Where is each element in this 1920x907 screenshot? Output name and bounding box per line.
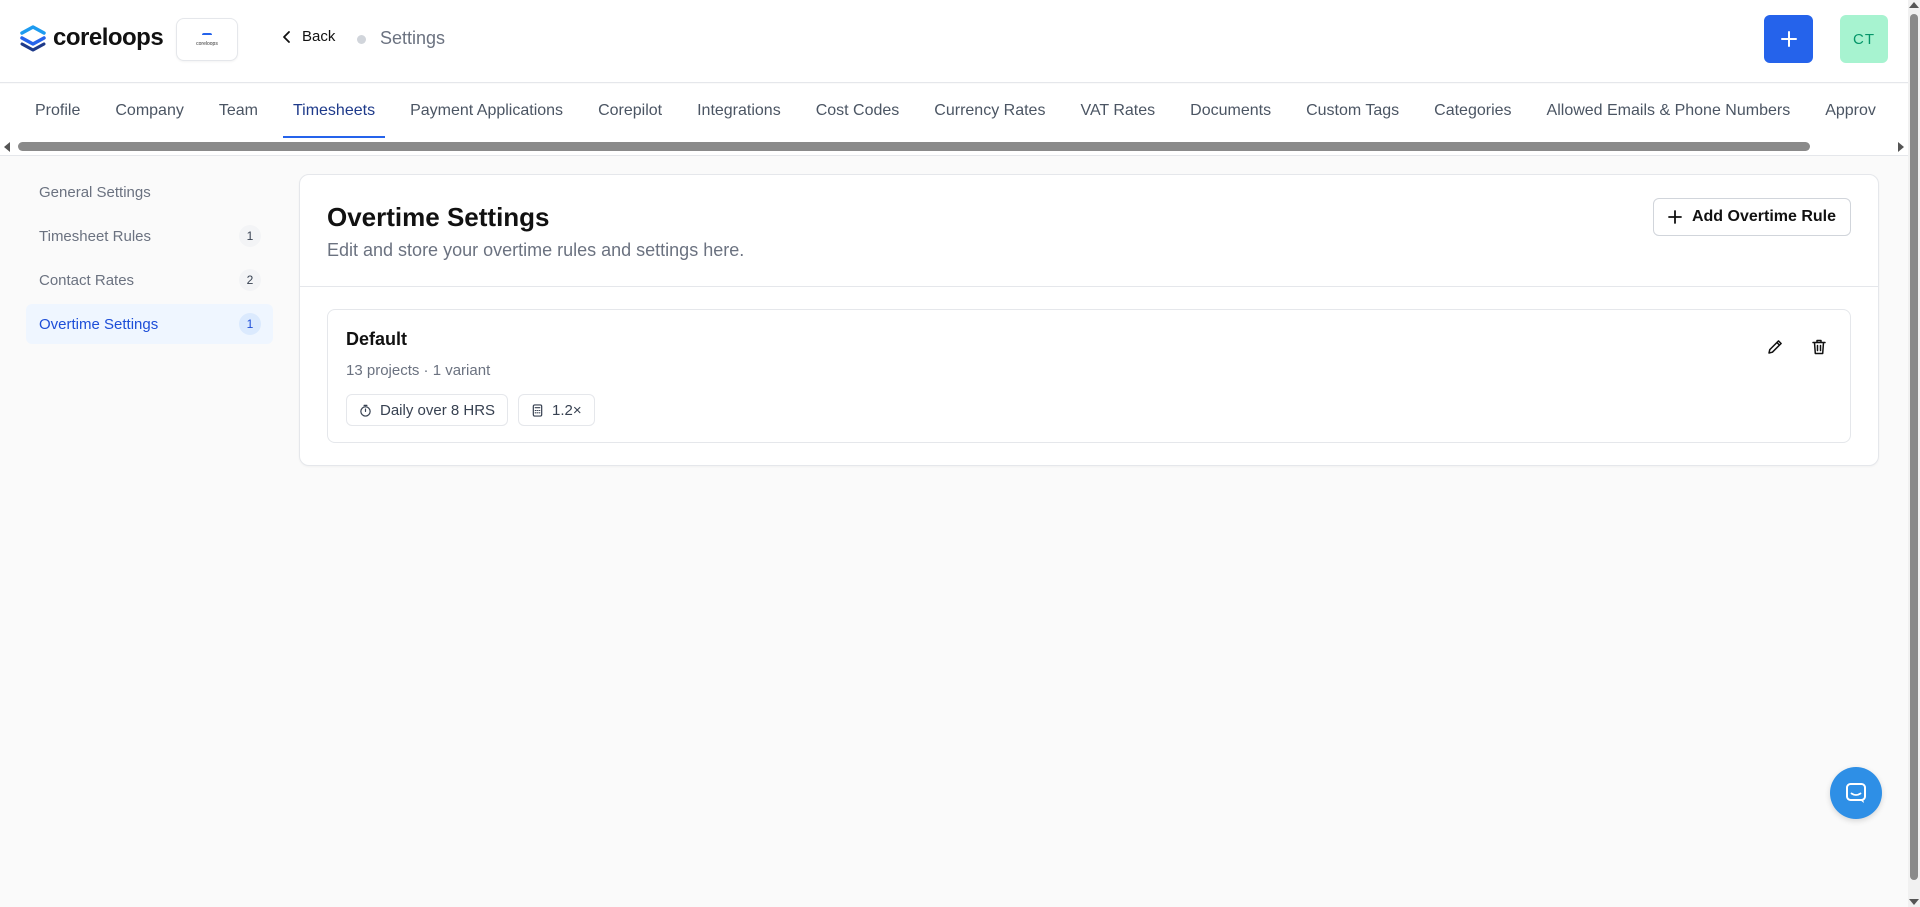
count-badge: 2: [239, 269, 261, 291]
overtime-rule-card: Default 13 projects · 1 variant Daily ov…: [327, 309, 1851, 443]
tab-custom-tags[interactable]: Custom Tags: [1289, 84, 1417, 138]
settings-tabs-bar: Profile Company Team Timesheets Payment …: [0, 84, 1908, 156]
scroll-left-arrow-icon[interactable]: [4, 142, 10, 152]
tab-approvals[interactable]: Approv: [1808, 84, 1894, 138]
count-badge: 1: [239, 225, 261, 247]
plus-icon: [1668, 210, 1682, 224]
settings-tabs: Profile Company Team Timesheets Payment …: [0, 84, 1893, 138]
tab-team[interactable]: Team: [201, 84, 275, 138]
rule-actions: [1764, 336, 1830, 358]
coreloops-logo-icon: [20, 25, 46, 52]
scrollbar-thumb[interactable]: [18, 142, 1810, 151]
rule-chip-threshold: Daily over 8 HRS: [346, 394, 509, 426]
tab-vat-rates[interactable]: VAT Rates: [1063, 84, 1173, 138]
sidenav-item-overtime-settings[interactable]: Overtime Settings 1: [26, 304, 273, 344]
breadcrumb-separator: [357, 35, 366, 44]
edit-rule-button[interactable]: [1764, 336, 1786, 358]
tab-payment-applications[interactable]: Payment Applications: [393, 84, 581, 138]
timesheets-side-nav: General Settings Timesheet Rules 1 Conta…: [26, 172, 273, 348]
stopwatch-icon: [360, 404, 371, 417]
page-vertical-scrollbar[interactable]: [1908, 0, 1920, 907]
rule-chip-multiplier: 1.2×: [518, 394, 595, 426]
chevron-left-icon: [283, 30, 290, 43]
tab-allowed-emails[interactable]: Allowed Emails & Phone Numbers: [1529, 84, 1808, 138]
company-logo-text: coreloops: [196, 40, 218, 47]
rule-meta: 13 projects · 1 variant: [346, 362, 491, 379]
brand-name: coreloops: [53, 24, 164, 51]
chip-label: 1.2×: [552, 401, 582, 419]
tab-currency-rates[interactable]: Currency Rates: [917, 84, 1063, 138]
sidenav-item-contact-rates[interactable]: Contact Rates 2: [26, 260, 273, 300]
support-chat-button[interactable]: [1830, 767, 1882, 819]
sidenav-item-label: Overtime Settings: [39, 315, 159, 333]
tab-documents[interactable]: Documents: [1173, 84, 1289, 138]
tab-categories[interactable]: Categories: [1417, 84, 1529, 138]
top-header: coreloops coreloops Back Settings CT: [0, 0, 1908, 83]
company-logo[interactable]: coreloops: [176, 18, 238, 61]
tabs-horizontal-scrollbar[interactable]: [0, 141, 1908, 152]
scroll-up-arrow-icon[interactable]: [1909, 2, 1919, 8]
tab-corepilot[interactable]: Corepilot: [581, 84, 680, 138]
overtime-settings-card: Overtime Settings Edit and store your ov…: [299, 174, 1879, 466]
sidenav-item-label: Timesheet Rules: [39, 227, 151, 245]
tab-timesheets[interactable]: Timesheets: [275, 84, 392, 138]
tab-cost-codes[interactable]: Cost Codes: [798, 84, 917, 138]
add-overtime-rule-label: Add Overtime Rule: [1691, 208, 1836, 225]
tab-company[interactable]: Company: [98, 84, 201, 138]
scrollbar-thumb[interactable]: [1910, 14, 1918, 880]
scroll-down-arrow-icon[interactable]: [1909, 899, 1919, 905]
tab-integrations[interactable]: Integrations: [680, 84, 799, 138]
chip-label: Daily over 8 HRS: [380, 401, 496, 419]
create-new-button[interactable]: [1764, 15, 1813, 63]
back-label: Back: [302, 28, 336, 45]
count-badge: 1: [239, 313, 261, 335]
sidenav-item-label: General Settings: [39, 183, 151, 201]
section-title: Overtime Settings: [327, 202, 550, 232]
sidenav-item-general-settings[interactable]: General Settings: [26, 172, 273, 212]
rule-chips: Daily over 8 HRS 1.2×: [346, 394, 595, 426]
plus-icon: [1780, 31, 1797, 47]
chat-icon: [1846, 783, 1866, 803]
scroll-right-arrow-icon[interactable]: [1898, 142, 1904, 152]
page-title: Settings: [380, 28, 446, 48]
pencil-icon: [1768, 340, 1782, 354]
add-overtime-rule-button[interactable]: Add Overtime Rule: [1652, 198, 1851, 236]
tab-profile[interactable]: Profile: [0, 84, 98, 138]
trash-icon: [1812, 339, 1826, 355]
user-avatar[interactable]: CT: [1840, 15, 1888, 63]
section-subtitle: Edit and store your overtime rules and s…: [327, 240, 745, 260]
back-button[interactable]: Back: [280, 28, 335, 45]
sidenav-item-label: Contact Rates: [39, 271, 135, 289]
calculator-icon: [532, 403, 543, 417]
card-header: Overtime Settings Edit and store your ov…: [300, 175, 1878, 287]
rule-name: Default: [346, 329, 408, 349]
sidenav-item-timesheet-rules[interactable]: Timesheet Rules 1: [26, 216, 273, 256]
delete-rule-button[interactable]: [1808, 336, 1830, 358]
company-logo-mark-icon: [202, 32, 212, 39]
brand-logo[interactable]: coreloops: [19, 24, 164, 52]
